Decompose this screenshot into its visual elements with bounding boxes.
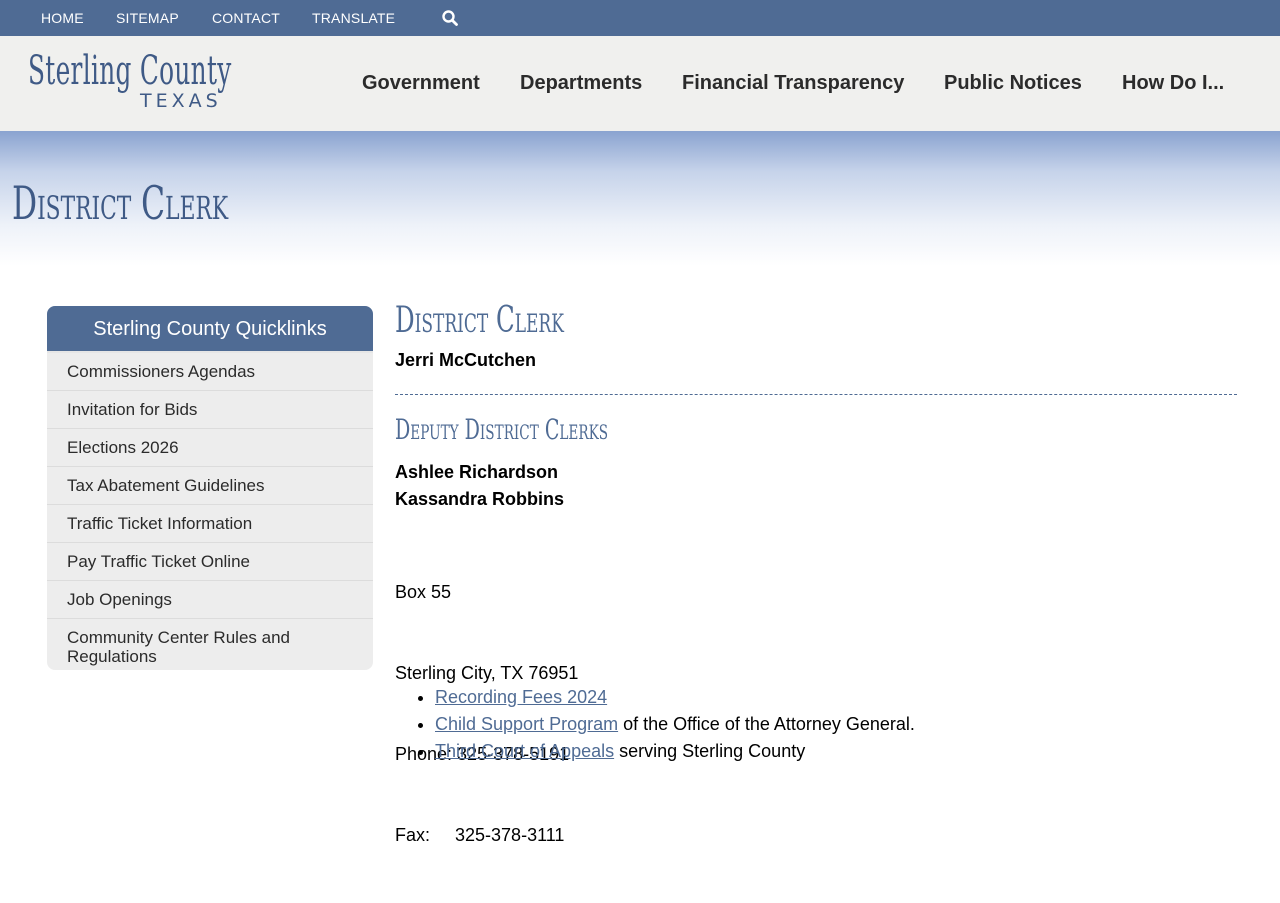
address-fax: Fax: 325-378-3111 bbox=[395, 825, 565, 845]
deputy-name: Ashlee Richardson bbox=[395, 462, 559, 482]
resource-links: Recording Fees 2024 Child Support Progra… bbox=[395, 684, 915, 765]
section-divider bbox=[395, 394, 1237, 395]
quicklink-item[interactable]: Community Center Rules and Regulations bbox=[47, 619, 373, 670]
list-item: Third Court of Appeals serving Sterling … bbox=[435, 738, 915, 765]
page-title: District Clerk bbox=[395, 300, 564, 341]
nav-public-notices[interactable]: Public Notices bbox=[944, 72, 1082, 95]
site-header: Sterling County TEXAS Government Departm… bbox=[0, 36, 1280, 131]
quicklink-item[interactable]: Tax Abatement Guidelines bbox=[47, 467, 373, 505]
nav-government[interactable]: Government bbox=[362, 72, 480, 95]
logo-state: TEXAS bbox=[140, 90, 222, 112]
list-item: Recording Fees 2024 bbox=[435, 684, 915, 711]
quicklink-item[interactable]: Job Openings bbox=[47, 581, 373, 619]
county-logo[interactable]: Sterling County TEXAS bbox=[28, 48, 231, 120]
address-city: Sterling City, TX 76951 bbox=[395, 663, 579, 683]
clerk-name: Jerri McCutchen bbox=[395, 350, 537, 370]
nav-translate-link[interactable]: TRANSLATE bbox=[312, 10, 395, 26]
banner-title: District Clerk bbox=[12, 176, 229, 230]
nav-departments[interactable]: Departments bbox=[520, 72, 642, 95]
quicklink-item[interactable]: Invitation for Bids bbox=[47, 391, 373, 429]
quicklink-item[interactable]: Traffic Ticket Information bbox=[47, 505, 373, 543]
quicklink-item[interactable]: Elections 2026 bbox=[47, 429, 373, 467]
deputies-heading: Deputy District Clerks bbox=[395, 413, 609, 446]
court-of-appeals-link[interactable]: Third Court of Appeals bbox=[435, 741, 614, 761]
nav-contact-link[interactable]: CONTACT bbox=[212, 10, 280, 26]
quicklink-item[interactable]: Pay Traffic Ticket Online bbox=[47, 543, 373, 581]
nav-home-link[interactable]: HOME bbox=[41, 10, 84, 26]
quicklinks-list: Commissioners Agendas Invitation for Bid… bbox=[47, 353, 373, 670]
quicklink-item[interactable]: Commissioners Agendas bbox=[47, 353, 373, 391]
child-support-link[interactable]: Child Support Program bbox=[435, 714, 618, 734]
page-banner: District Clerk bbox=[0, 131, 1280, 266]
utility-bar: HOME SITEMAP CONTACT TRANSLATE bbox=[0, 0, 1280, 36]
quicklinks-title: Sterling County Quicklinks bbox=[47, 306, 373, 353]
quicklinks-sidebar: Sterling County Quicklinks Commissioners… bbox=[47, 306, 373, 670]
link-suffix: of the Office of the Attorney General. bbox=[618, 714, 915, 734]
nav-sitemap-link[interactable]: SITEMAP bbox=[116, 10, 179, 26]
recording-fees-link[interactable]: Recording Fees 2024 bbox=[435, 687, 607, 707]
deputies-list: Ashlee Richardson Kassandra Robbins bbox=[395, 459, 564, 513]
link-suffix: serving Sterling County bbox=[614, 741, 806, 761]
search-icon[interactable] bbox=[441, 9, 459, 27]
list-item: Child Support Program of the Office of t… bbox=[435, 711, 915, 738]
logo-county-name: Sterling County bbox=[28, 48, 232, 94]
main-content: District Clerk Jerri McCutchen Deputy Di… bbox=[395, 300, 1237, 845]
nav-how-do-i[interactable]: How Do I... bbox=[1122, 72, 1224, 95]
nav-financial-transparency[interactable]: Financial Transparency bbox=[682, 72, 904, 95]
address-box: Box 55 bbox=[395, 582, 452, 602]
deputy-name: Kassandra Robbins bbox=[395, 489, 565, 509]
